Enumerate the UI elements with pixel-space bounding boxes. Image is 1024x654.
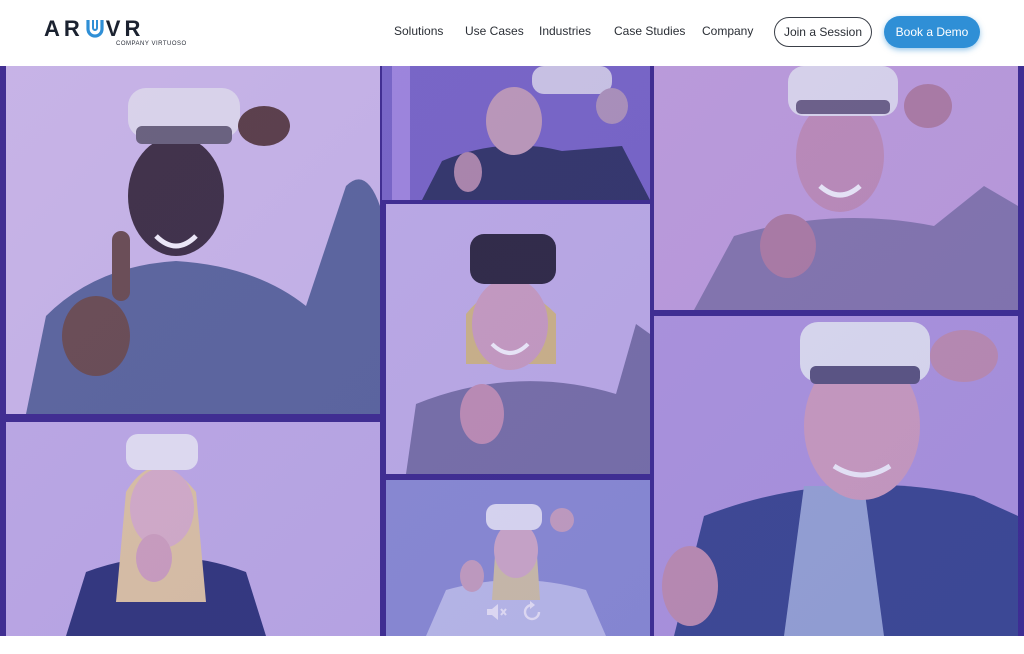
nav-case-studies[interactable]: Case Studies bbox=[614, 24, 685, 38]
logo-tagline: COMPANY VIRTUOSO bbox=[116, 41, 187, 47]
nav-industries[interactable]: Industries bbox=[539, 24, 591, 38]
tile-bald-man-suit bbox=[382, 66, 650, 200]
tile-image bbox=[386, 204, 650, 474]
book-demo-button[interactable]: Book a Demo bbox=[884, 16, 980, 48]
tile-man-blue-sweater bbox=[6, 66, 380, 414]
nav-solutions[interactable]: Solutions bbox=[394, 24, 443, 38]
tile-older-man-blazer bbox=[654, 316, 1018, 636]
site-header: AR VR COMPANY VIRTUOSO Solutions Use Case… bbox=[0, 0, 1024, 66]
join-session-button[interactable]: Join a Session bbox=[774, 17, 872, 47]
logo-wordmark: AR VR bbox=[44, 16, 144, 42]
tile-image bbox=[654, 316, 1018, 636]
nav-use-cases[interactable]: Use Cases bbox=[465, 24, 524, 38]
logo-u-icon bbox=[86, 20, 104, 38]
nav-company[interactable]: Company bbox=[702, 24, 753, 38]
tile-image bbox=[654, 66, 1018, 310]
tile-image bbox=[382, 66, 650, 200]
tile-blonde-woman-blazer bbox=[6, 422, 380, 636]
video-controls bbox=[478, 596, 550, 628]
tile-image bbox=[6, 422, 380, 636]
logo-text-left: AR bbox=[44, 16, 84, 41]
aruvr-logo[interactable]: AR VR COMPANY VIRTUOSO bbox=[44, 14, 186, 50]
tile-smiling-man bbox=[654, 66, 1018, 310]
logo-text-right: VR bbox=[105, 16, 145, 41]
tile-image bbox=[6, 66, 380, 414]
tile-woman-grey-sweater bbox=[386, 204, 650, 474]
mute-icon[interactable] bbox=[483, 599, 509, 625]
replay-icon[interactable] bbox=[519, 599, 545, 625]
hero-video-grid[interactable] bbox=[0, 66, 1024, 636]
